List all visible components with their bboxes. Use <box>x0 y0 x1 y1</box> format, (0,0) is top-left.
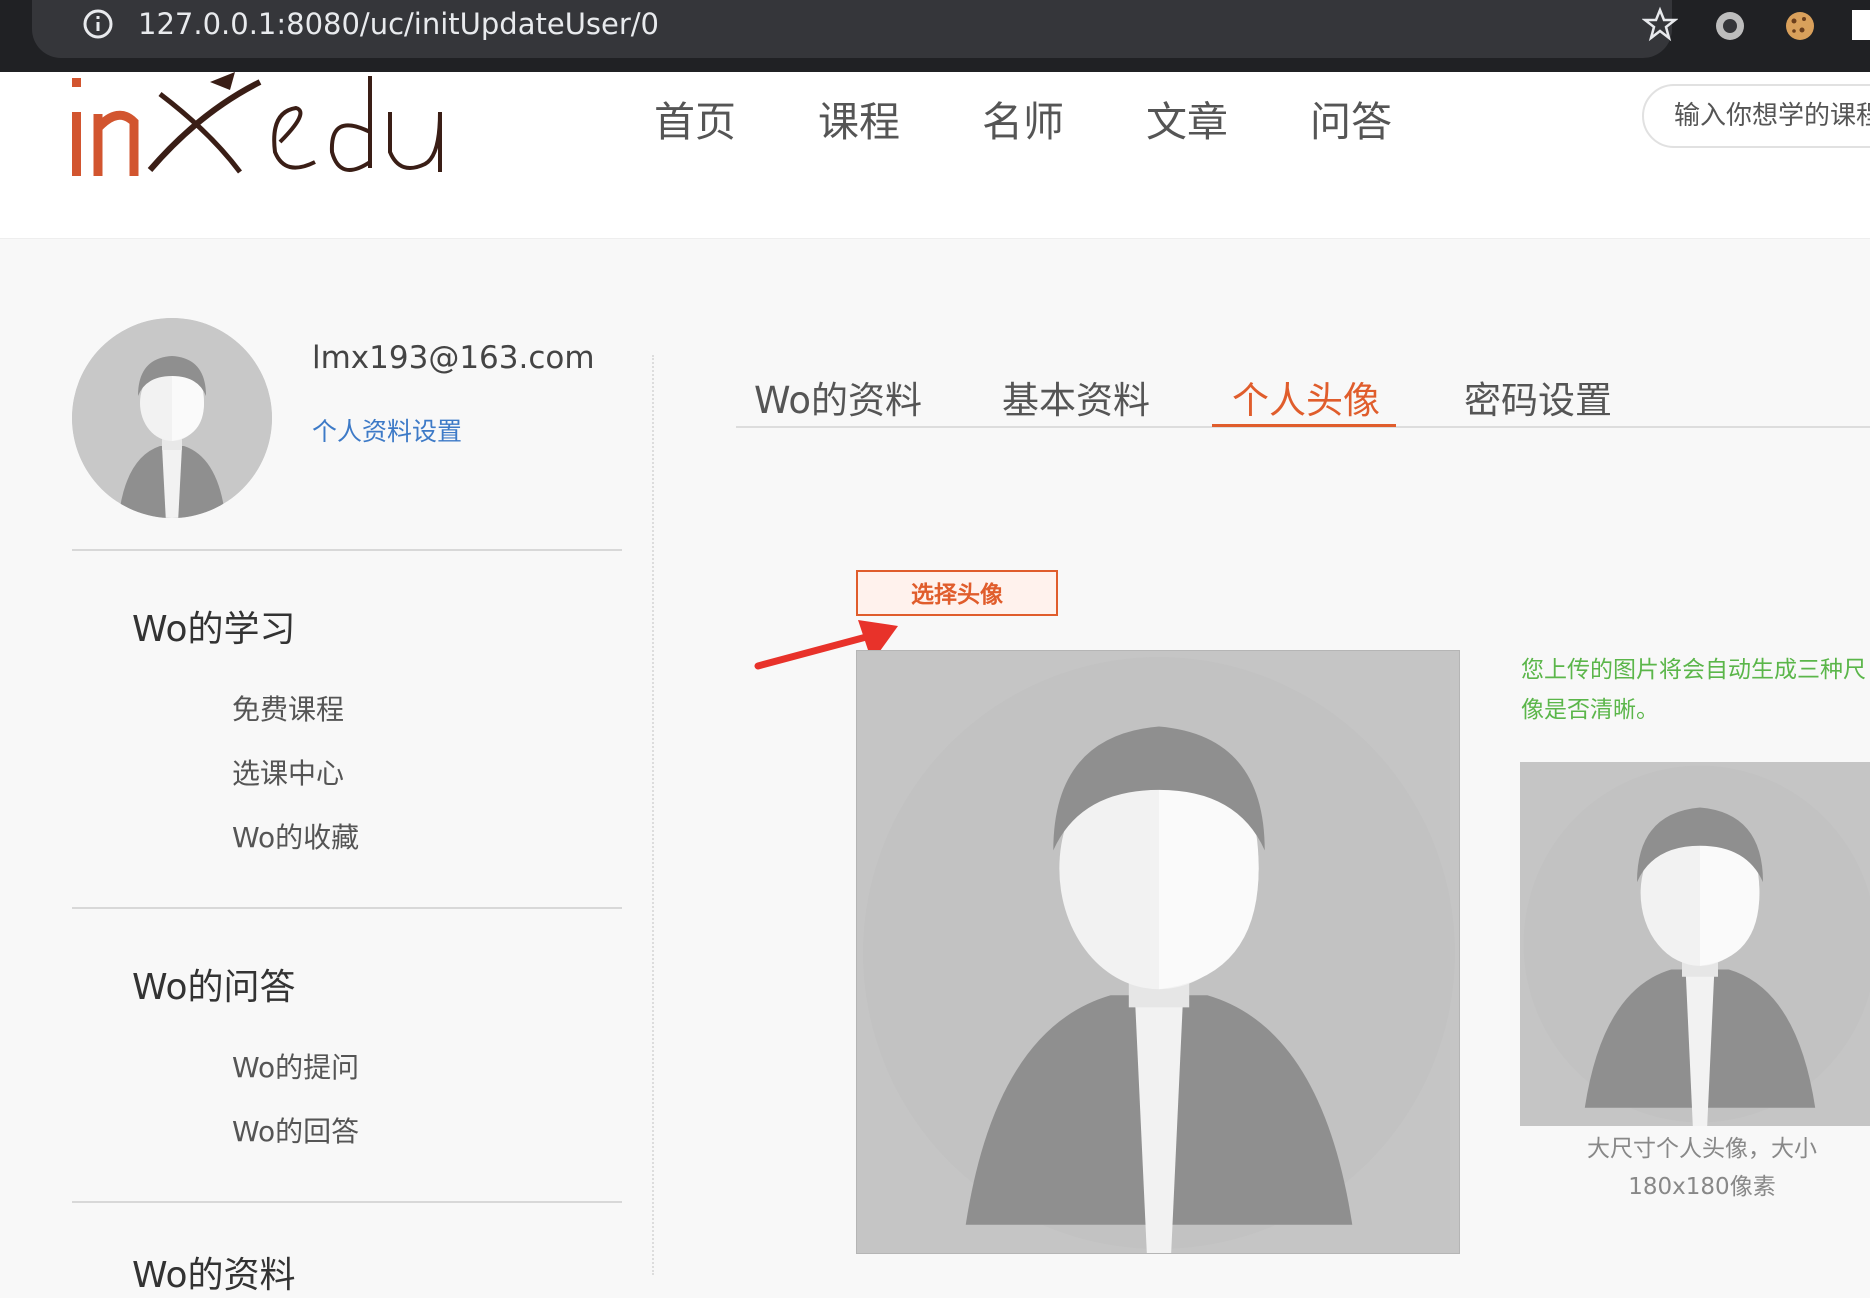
section-title-qa: Wo的问答 <box>132 967 296 1008</box>
sidebar-link-my-answers[interactable]: Wo的回答 <box>232 1110 359 1150</box>
sidebar-divider <box>72 549 622 551</box>
sidebar-link-course-center[interactable]: 选课中心 <box>232 752 344 792</box>
default-avatar-icon <box>1520 762 1870 1126</box>
section-title-profile: Wo的资料 <box>132 1255 296 1296</box>
avatar[interactable] <box>72 318 272 518</box>
sidebar-divider <box>72 907 622 909</box>
avatar-preview-large <box>856 650 1460 1254</box>
tab-password[interactable]: 密码设置 <box>1464 370 1612 424</box>
sidebar-divider <box>72 1201 622 1203</box>
nav-articles[interactable]: 文章 <box>1146 88 1228 148</box>
sidebar-link-favorites[interactable]: Wo的收藏 <box>232 816 359 856</box>
nav-courses[interactable]: 课程 <box>818 88 900 148</box>
cookie-extension-icon[interactable] <box>1782 8 1818 44</box>
star-icon[interactable] <box>1642 6 1678 42</box>
nav-qa[interactable]: 问答 <box>1310 88 1392 148</box>
preview-caption-line: 大尺寸个人头像，大小 <box>1587 1136 1817 1162</box>
tab-avatar[interactable]: 个人头像 <box>1232 370 1380 424</box>
sidebar-link-my-questions[interactable]: Wo的提问 <box>232 1046 359 1086</box>
profile-tabs: Wo的资料 基本资料 个人头像 密码设置 <box>736 352 1870 428</box>
preview-caption-line: 180x180像素 <box>1628 1174 1776 1200</box>
profile-settings-link[interactable]: 个人资料设置 <box>312 412 462 448</box>
choose-avatar-button[interactable]: 选择头像 <box>856 570 1058 616</box>
default-avatar-icon <box>857 651 1459 1253</box>
user-email: lmx193@163.com <box>312 340 595 376</box>
avatar-preview-medium <box>1520 762 1870 1126</box>
inxedu-logo[interactable]: inxedu <box>70 72 460 182</box>
search-input[interactable]: 输入你想学的课程 <box>1642 84 1870 148</box>
browser-toolbar: 127.0.0.1:8080/uc/initUpdateUser/0 <box>0 0 1870 72</box>
nav-teachers[interactable]: 名师 <box>982 88 1064 148</box>
default-avatar-icon <box>72 318 272 518</box>
preview-caption: 大尺寸个人头像，大小 180x180像素 <box>1520 1130 1870 1206</box>
url-text[interactable]: 127.0.0.1:8080/uc/initUpdateUser/0 <box>138 6 659 42</box>
upload-hint: 您上传的图片将会自动生成三种尺 像是否清晰。 <box>1521 650 1870 730</box>
info-icon[interactable] <box>80 6 116 42</box>
record-extension-icon[interactable] <box>1712 8 1748 44</box>
section-title-learning: Wo的学习 <box>132 609 296 650</box>
upload-hint-line: 像是否清晰。 <box>1521 697 1659 723</box>
column-separator <box>652 355 654 1275</box>
main-nav: 首页 课程 名师 文章 问答 <box>654 88 1474 148</box>
address-bar[interactable]: 127.0.0.1:8080/uc/initUpdateUser/0 <box>32 0 1678 58</box>
qr-extension-icon[interactable] <box>1852 10 1870 40</box>
nav-home[interactable]: 首页 <box>654 88 736 148</box>
logo-text: inxedu <box>70 72 74 73</box>
tab-my-profile[interactable]: Wo的资料 <box>754 370 922 424</box>
upload-hint-line: 您上传的图片将会自动生成三种尺 <box>1521 657 1866 683</box>
active-tab-indicator <box>1212 424 1396 427</box>
sidebar-link-free-courses[interactable]: 免费课程 <box>232 688 344 728</box>
tab-basic-info[interactable]: 基本资料 <box>1002 370 1150 424</box>
